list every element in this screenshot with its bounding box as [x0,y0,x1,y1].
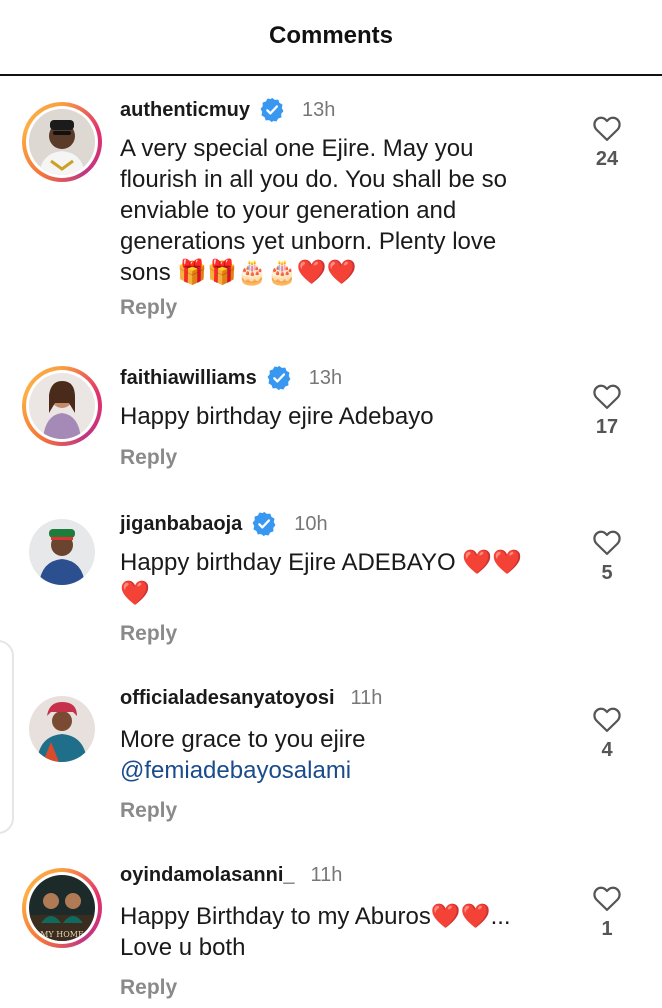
comment-emojis: 🎁🎁🎂🎂❤️❤️ [177,258,357,286]
like-button[interactable]: 4 [584,705,630,762]
comment-username[interactable]: jiganbabaoja [120,513,242,536]
heart-outline-icon [593,116,621,141]
like-button[interactable]: 17 [584,382,630,439]
verified-badge-icon [267,365,291,391]
heart-outline-icon [593,707,621,732]
avatar[interactable] [22,366,102,446]
reply-button[interactable]: Reply [120,976,177,1000]
comment-text: More grace to you ejire @femiadebayosala… [120,724,550,786]
heart-outline-icon [593,384,621,409]
comment-time: 13h [302,98,336,121]
svg-text:MY HOME: MY HOME [40,930,84,939]
comment-body-line2: Love u both [120,934,246,961]
avatar[interactable] [22,689,102,769]
like-count: 1 [601,918,613,940]
reply-button[interactable]: Reply [120,296,177,320]
comments-header: Comments [0,0,662,76]
comment-text: A very special one Ejire. May you flouri… [120,133,550,288]
comment-username[interactable]: faithiawilliams [120,367,257,390]
comment-time: 11h [310,864,343,886]
comment-body: Happy Birthday to my Aburos [120,903,431,930]
comment-emojis: ❤️❤️ [430,902,491,930]
mention-link[interactable]: @femiadebayosalami [120,755,550,786]
verified-badge-icon [252,511,276,537]
comment-text: Happy birthday Ejire ADEBAYO ❤️❤️❤️ [120,547,550,609]
like-count: 5 [601,562,613,584]
avatar[interactable]: MY HOME [22,868,102,948]
like-button[interactable]: 24 [584,114,630,171]
comment-time: 13h [308,366,343,389]
comment-username[interactable]: officialadesanyatoyosi [120,687,335,710]
comment-text: Happy Birthday to my Aburos❤️❤️... Love … [120,901,550,963]
comment-time: 11h [350,687,383,709]
comment-text: Happy birthday ejire Adebayo [120,403,434,430]
like-count: 24 [595,148,619,170]
reply-button[interactable]: Reply [120,622,177,646]
side-drawer-handle[interactable] [0,640,14,834]
heart-outline-icon [593,886,621,911]
comment-time: 10h [294,512,328,535]
like-count: 17 [595,416,619,438]
comment-body: More grace to you ejire [120,726,366,753]
like-button[interactable]: 1 [584,884,630,941]
comment-username[interactable]: authenticmuy [120,99,250,122]
avatar[interactable] [22,512,102,592]
heart-outline-icon [593,530,621,555]
comment-body: Happy birthday Ejire ADEBAYO [120,549,456,576]
reply-button[interactable]: Reply [120,446,177,470]
like-button[interactable]: 5 [584,528,630,585]
verified-badge-icon [260,97,284,123]
avatar[interactable] [22,102,102,182]
page-title: Comments [268,22,394,49]
like-count: 4 [601,739,613,761]
comment-username[interactable]: oyindamolasanni_ [120,864,295,887]
ellipsis: ... [490,903,511,930]
reply-button[interactable]: Reply [120,799,177,823]
